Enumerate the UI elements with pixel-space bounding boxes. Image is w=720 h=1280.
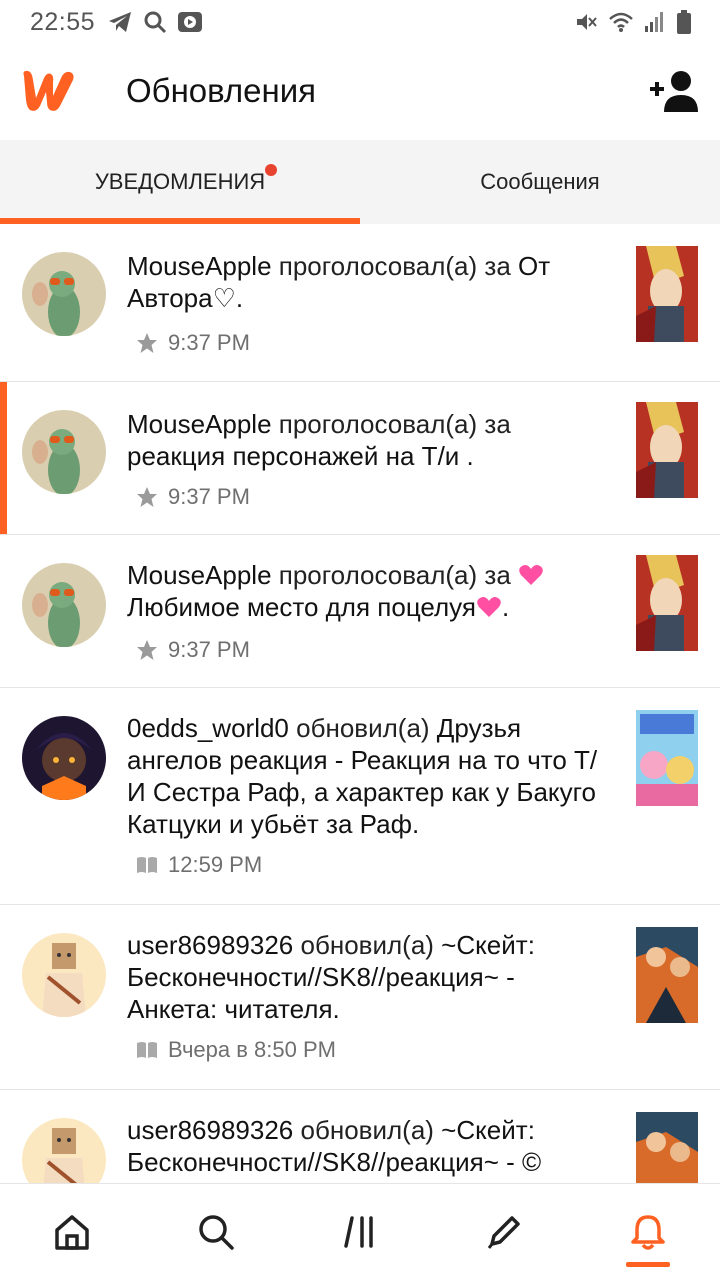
story-cover[interactable]: [636, 927, 698, 1023]
story-title[interactable]: Любимое место для поцелуя: [127, 592, 476, 622]
text-tail: .: [411, 809, 420, 839]
home-icon: [55, 1215, 89, 1250]
bell-icon: [631, 1215, 665, 1250]
story-title[interactable]: реакция персонажей на Т/и: [127, 441, 459, 471]
notification-text: MouseApple проголосовал(а) за Любимое ме…: [127, 559, 607, 623]
page-title: Обновления: [126, 72, 317, 109]
username[interactable]: user86989326: [127, 1115, 293, 1145]
notification-meta: 12:59 PM: [136, 852, 262, 878]
story-cover[interactable]: [636, 1112, 698, 1183]
avatar[interactable]: [22, 1118, 106, 1183]
notification-meta: 9:37 PM: [136, 484, 250, 510]
text-tail: .: [332, 994, 340, 1024]
nav-write[interactable]: [469, 1197, 539, 1267]
avatar[interactable]: [22, 252, 106, 336]
search-icon: [199, 1215, 234, 1250]
book-icon: [137, 1042, 157, 1058]
notification-meta: 9:37 PM: [136, 330, 250, 356]
notification-text: 0edds_world0 обновил(а) Друзья ангелов р…: [127, 712, 607, 840]
nav-notifications[interactable]: [613, 1197, 683, 1267]
nav-library[interactable]: [325, 1197, 395, 1267]
tab-messages[interactable]: Сообщения: [360, 140, 720, 224]
star-icon: [137, 333, 157, 353]
unread-dot: [265, 164, 277, 176]
list-item[interactable]: MouseApple проголосовал(а) за реакция пе…: [0, 382, 720, 535]
wattpad-logo-icon[interactable]: [20, 68, 78, 114]
notification-list: MouseApple проголосовал(а) за От Автора♡…: [0, 228, 720, 1183]
list-item[interactable]: user86989326 обновил(а) ~Скейт: Бесконеч…: [0, 905, 720, 1090]
avatar[interactable]: [22, 716, 106, 800]
status-time: 22:55: [30, 7, 96, 36]
notification-meta: Вчера в 8:50 PM: [136, 1037, 336, 1063]
notification-time: Вчера в 8:50 PM: [168, 1037, 336, 1062]
notification-text: MouseApple проголосовал(а) за От Автора♡…: [127, 250, 607, 314]
notification-time: 9:37 PM: [168, 484, 250, 509]
book-icon: [137, 857, 157, 873]
story-cover[interactable]: [636, 710, 698, 806]
heart-emoji-icon: [477, 597, 501, 617]
nav-home[interactable]: [37, 1197, 107, 1267]
story-cover[interactable]: [636, 246, 698, 342]
notification-time: 9:37 PM: [168, 637, 250, 662]
telegram-icon: [109, 12, 132, 32]
username[interactable]: MouseApple: [127, 251, 272, 281]
username[interactable]: MouseApple: [127, 560, 272, 590]
avatar[interactable]: [22, 933, 106, 1017]
username[interactable]: MouseApple: [127, 409, 272, 439]
action-text: обновил(а): [288, 713, 437, 743]
list-item[interactable]: MouseApple проголосовал(а) за Любимое ме…: [0, 535, 720, 688]
list-item[interactable]: MouseApple проголосовал(а) за От Автора♡…: [0, 228, 720, 382]
list-item[interactable]: user86989326 обновил(а) ~Скейт: Бесконеч…: [0, 1090, 720, 1183]
add-friend-icon[interactable]: [650, 70, 700, 112]
notification-text: user86989326 обновил(а) ~Скейт: Бесконеч…: [127, 929, 607, 1025]
star-icon: [137, 640, 157, 660]
story-cover[interactable]: [636, 402, 698, 498]
tab-notifications[interactable]: УВЕДОМЛЕНИЯ: [0, 140, 360, 224]
text-tail: .: [459, 441, 474, 471]
notification-text: MouseApple проголосовал(а) за реакция пе…: [127, 408, 607, 472]
bottom-nav: [0, 1183, 720, 1280]
action-text: обновил(а): [293, 1115, 442, 1145]
star-icon: [137, 487, 157, 507]
action-text: проголосовал(а) за: [271, 560, 519, 590]
library-icon: [344, 1216, 373, 1248]
heart-emoji-icon: [519, 565, 543, 585]
action-text: проголосовал(а) за: [271, 409, 511, 439]
status-bar: 22:55: [0, 0, 720, 44]
wifi-icon: [609, 12, 633, 32]
text-tail: .: [501, 592, 510, 622]
write-icon: [487, 1216, 520, 1249]
tab-notifications-label: УВЕДОМЛЕНИЯ: [94, 169, 266, 194]
avatar[interactable]: [22, 410, 106, 494]
notification-text: user86989326 обновил(а) ~Скейт: Бесконеч…: [127, 1114, 607, 1178]
action-text: проголосовал(а) за: [271, 251, 519, 281]
notification-time: 12:59 PM: [168, 852, 263, 877]
nav-search[interactable]: [181, 1197, 251, 1267]
tab-bar: УВЕДОМЛЕНИЯ Сообщения: [0, 140, 720, 224]
search-status-icon: [144, 11, 167, 34]
avatar[interactable]: [22, 563, 106, 647]
app-bar: Обновления: [0, 44, 720, 140]
notification-time: 9:37 PM: [168, 330, 250, 355]
battery-icon: [677, 10, 691, 34]
mute-icon: [577, 14, 597, 30]
tab-messages-label: Сообщения: [480, 169, 600, 194]
username[interactable]: 0edds_world0: [127, 713, 289, 743]
signal-icon: [645, 12, 663, 32]
youtube-icon: [178, 12, 203, 32]
story-cover[interactable]: [636, 555, 698, 651]
username[interactable]: user86989326: [127, 930, 293, 960]
action-text: обновил(а): [293, 930, 442, 960]
text-tail: .: [235, 283, 244, 313]
notification-meta: 9:37 PM: [136, 637, 250, 663]
list-item[interactable]: 0edds_world0 обновил(а) Друзья ангелов р…: [0, 688, 720, 905]
